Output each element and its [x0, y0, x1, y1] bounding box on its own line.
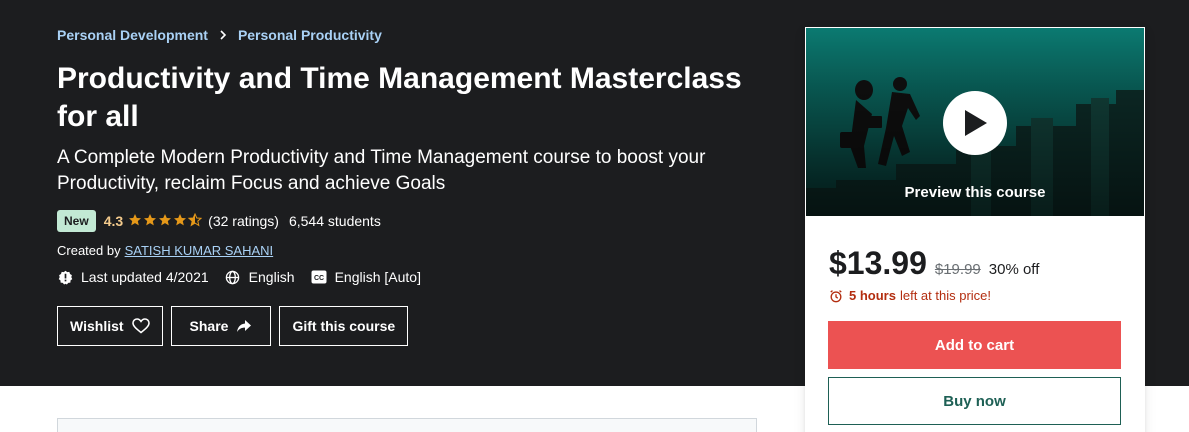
- globe-icon: [225, 269, 241, 285]
- share-arrow-icon: [237, 320, 252, 332]
- author-link[interactable]: SATISH KUMAR SAHANI: [125, 243, 274, 258]
- timer-hours: 5 hours: [849, 288, 896, 303]
- breadcrumb-item-personal-productivity[interactable]: Personal Productivity: [238, 27, 382, 43]
- breadcrumb-item-personal-development[interactable]: Personal Development: [57, 27, 208, 43]
- price-timer: 5 hours left at this price!: [829, 288, 991, 303]
- rating-row: New 4.3 (32 ratings) 6,544 students: [57, 210, 381, 232]
- play-icon[interactable]: [943, 91, 1007, 155]
- alarm-clock-icon: [830, 289, 842, 302]
- share-label: Share: [189, 318, 229, 334]
- star-rating-icon: [128, 212, 203, 230]
- gift-course-button[interactable]: Gift this course: [279, 306, 409, 346]
- chevron-right-icon: [218, 30, 228, 40]
- rating-value: 4.3: [103, 213, 124, 229]
- course-preview-video[interactable]: Preview this course: [806, 28, 1144, 216]
- course-content-box: [57, 418, 757, 432]
- new-badge: New: [57, 210, 96, 232]
- purchase-card: Preview this course $13.99 $19.99 30% of…: [805, 27, 1145, 432]
- created-by-row: Created by SATISH KUMAR SAHANI: [57, 243, 273, 258]
- course-subtitle: A Complete Modern Productivity and Time …: [57, 147, 706, 194]
- gift-label: Gift this course: [292, 318, 396, 334]
- original-price: $19.99: [934, 261, 981, 278]
- students-count: 6,544 students: [288, 213, 381, 229]
- discount-percent: 30% off: [988, 261, 1040, 278]
- svg-text:CC: CC: [314, 275, 324, 282]
- ratings-count-link[interactable]: (32 ratings): [208, 213, 279, 229]
- share-button[interactable]: Share: [170, 306, 272, 346]
- course-meta-row: Last updated 4/2021 English CC English […: [57, 269, 437, 285]
- captions: CC English [Auto]: [311, 269, 421, 285]
- current-price: $13.99: [829, 245, 927, 281]
- captions-text: English [Auto]: [334, 269, 421, 285]
- created-by-label: Created by: [57, 243, 121, 258]
- timer-text: left at this price!: [899, 288, 992, 303]
- preview-label: Preview this course: [904, 184, 1046, 201]
- course-title: Productivity and Time Management Masterc…: [57, 62, 742, 133]
- wishlist-label: Wishlist: [70, 318, 124, 334]
- last-updated: Last updated 4/2021: [57, 269, 209, 285]
- alert-badge-icon: [57, 269, 73, 285]
- heart-icon: [131, 318, 150, 334]
- closed-caption-icon: CC: [311, 269, 327, 285]
- wishlist-button[interactable]: Wishlist: [57, 306, 163, 346]
- buy-now-button[interactable]: Buy now: [828, 377, 1121, 425]
- add-to-cart-button[interactable]: Add to cart: [828, 321, 1121, 369]
- breadcrumb: Personal Development Personal Productivi…: [57, 27, 382, 43]
- price-row: $13.99 $19.99 30% off: [829, 245, 1039, 282]
- hero-actions: Wishlist Share Gift this course: [57, 306, 416, 346]
- language: English: [225, 269, 295, 285]
- language-text: English: [248, 269, 295, 285]
- last-updated-text: Last updated 4/2021: [81, 269, 209, 285]
